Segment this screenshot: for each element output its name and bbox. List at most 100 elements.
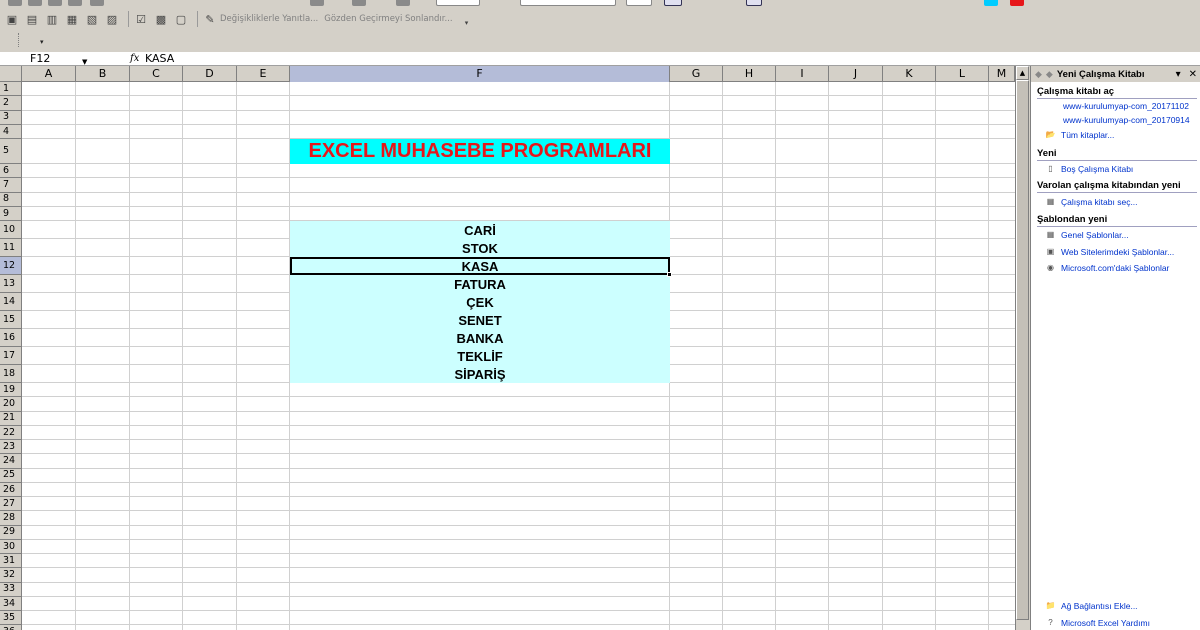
new-icon[interactable] — [8, 0, 22, 6]
choose-workbook-label[interactable]: Çalışma kitabı seç... — [1061, 197, 1138, 207]
microsoft-templates-label[interactable]: Microsoft.com'daki Şablonlar — [1061, 263, 1169, 273]
end-review-button[interactable]: Gözden Geçirmeyi Sonlandır... — [324, 14, 452, 24]
cell-area[interactable]: EXCEL MUHASEBE PROGRAMLARI CARİ STOK KASA FA… — [22, 82, 1015, 630]
row-header-15[interactable]: 15 — [0, 311, 22, 329]
column-header-j[interactable]: J — [829, 66, 883, 82]
sort-asc-icon[interactable] — [310, 0, 324, 6]
show-all-comments-icon[interactable]: ▧ — [84, 11, 100, 27]
row-header-30[interactable]: 30 — [0, 539, 22, 554]
column-header-g[interactable]: G — [670, 66, 723, 82]
vertical-scrollbar[interactable]: ▲ — [1015, 66, 1029, 630]
sheet-title[interactable]: EXCEL MUHASEBE PROGRAMLARI — [290, 139, 670, 164]
prev-comment-icon[interactable]: ▤ — [24, 11, 40, 27]
row-header-31[interactable]: 31 — [0, 554, 22, 569]
row-header-33[interactable]: 33 — [0, 582, 22, 597]
row-header-32[interactable]: 32 — [0, 568, 22, 583]
row-header-29[interactable]: 29 — [0, 525, 22, 540]
name-box[interactable]: F12 ▼ — [0, 52, 96, 66]
open-icon[interactable] — [28, 0, 42, 6]
toolbar-grip[interactable] — [18, 33, 21, 47]
column-header-i[interactable]: I — [776, 66, 829, 82]
menu-item[interactable]: ÇEK — [290, 293, 670, 311]
fx-icon[interactable]: fx — [130, 52, 139, 66]
add-network-place-label[interactable]: Ağ Bağlantısı Ekle... — [1061, 601, 1138, 611]
track-changes-icon[interactable]: ☑ — [133, 11, 149, 27]
column-header-f[interactable]: F — [290, 66, 670, 82]
menu-item[interactable]: STOK — [290, 239, 670, 257]
spreadsheet-grid[interactable]: A B C D E F G H I J K L M 1 2 3 4 5 6 7 8 9 10 11 1… — [0, 66, 1015, 630]
row-header-25[interactable]: 25 — [0, 468, 22, 483]
row-header-16[interactable]: 16 — [0, 329, 22, 347]
more-workbooks-link[interactable]: 📂 Tüm kitaplar... — [1045, 129, 1115, 140]
web-templates-label[interactable]: Web Sitelerimdeki Şablonlar... — [1061, 247, 1174, 257]
row-header-7[interactable]: 7 — [0, 178, 22, 193]
menu-item[interactable]: SENET — [290, 311, 670, 329]
chart-icon[interactable] — [396, 0, 410, 6]
recent-file-1[interactable]: www-kurulumyap-com_20171102 — [1063, 101, 1189, 111]
align-center-icon[interactable] — [746, 0, 762, 6]
column-header-a[interactable]: A — [22, 66, 76, 82]
close-icon[interactable]: ✕ — [1189, 69, 1197, 80]
column-header-c[interactable]: C — [130, 66, 183, 82]
row-header-1[interactable]: 1 — [0, 82, 22, 97]
reply-changes-button[interactable]: Değişikliklerle Yanıtla... — [220, 14, 318, 24]
protect-icon[interactable]: ▩ — [153, 11, 169, 27]
scroll-up-icon[interactable]: ▲ — [1016, 66, 1029, 80]
reply-icon[interactable]: ✎ — [202, 11, 218, 27]
fill-color-icon[interactable] — [984, 0, 998, 6]
toolbar-options-icon[interactable]: ▾ — [459, 15, 475, 31]
menu-item[interactable]: BANKA — [290, 329, 670, 347]
toolbar-dropdown-icon[interactable]: ▾ — [40, 38, 44, 46]
row-header-2[interactable]: 2 — [0, 96, 22, 111]
name-box-value[interactable]: F12 — [30, 52, 50, 65]
row-header-36[interactable]: 36 — [0, 625, 22, 630]
row-header-6[interactable]: 6 — [0, 164, 22, 179]
blank-workbook-label[interactable]: Boş Çalışma Kitabı — [1061, 164, 1133, 174]
select-all-corner[interactable] — [0, 66, 22, 82]
row-header-20[interactable]: 20 — [0, 397, 22, 412]
row-header-28[interactable]: 28 — [0, 511, 22, 526]
row-header-27[interactable]: 27 — [0, 497, 22, 512]
font-size-box[interactable] — [626, 0, 652, 6]
new-comment-icon[interactable]: ▣ — [4, 11, 20, 27]
sort-desc-icon[interactable] — [352, 0, 366, 6]
back-icon[interactable]: ◆ — [1035, 69, 1042, 80]
row-header-17[interactable]: 17 — [0, 347, 22, 365]
column-header-h[interactable]: H — [723, 66, 776, 82]
recent-file-2[interactable]: www-kurulumyap-com_20170914 — [1063, 115, 1190, 125]
row-header-8[interactable]: 8 — [0, 192, 22, 207]
row-header-3[interactable]: 3 — [0, 110, 22, 125]
row-header-26[interactable]: 26 — [0, 482, 22, 497]
zoom-box[interactable] — [436, 0, 480, 6]
row-header-23[interactable]: 23 — [0, 440, 22, 455]
next-comment-icon[interactable]: ▥ — [44, 11, 60, 27]
row-header-24[interactable]: 24 — [0, 454, 22, 469]
row-header-13[interactable]: 13 — [0, 275, 22, 293]
row-header-19[interactable]: 19 — [0, 383, 22, 398]
save-icon[interactable] — [48, 0, 62, 6]
delete-comment-icon[interactable]: ▨ — [104, 11, 120, 27]
scroll-thumb[interactable] — [1016, 80, 1029, 620]
menu-item[interactable]: SİPARİŞ — [290, 365, 670, 383]
row-header-5[interactable]: 5 — [0, 139, 22, 164]
column-header-k[interactable]: K — [883, 66, 936, 82]
row-header-14[interactable]: 14 — [0, 293, 22, 311]
bold-icon[interactable] — [664, 0, 682, 6]
preview-icon[interactable] — [90, 0, 104, 6]
font-color-icon[interactable] — [1010, 0, 1024, 6]
microsoft-templates-link[interactable]: ◉ Microsoft.com'daki Şablonlar — [1045, 262, 1169, 273]
more-workbooks-label[interactable]: Tüm kitaplar... — [1061, 130, 1114, 140]
choose-workbook-link[interactable]: ▦ Çalışma kitabı seç... — [1045, 196, 1138, 207]
general-templates-link[interactable]: ▦ Genel Şablonlar... — [1045, 229, 1129, 240]
row-header-11[interactable]: 11 — [0, 239, 22, 257]
column-header-d[interactable]: D — [183, 66, 237, 82]
menu-item-active-cell[interactable]: KASA — [290, 257, 672, 277]
row-header-4[interactable]: 4 — [0, 124, 22, 139]
column-header-b[interactable]: B — [76, 66, 130, 82]
excel-help-link[interactable]: ? Microsoft Excel Yardımı — [1045, 617, 1150, 628]
web-templates-link[interactable]: ▣ Web Sitelerimdeki Şablonlar... — [1045, 246, 1175, 257]
forward-icon[interactable]: ◆ — [1046, 69, 1053, 80]
menu-item[interactable]: CARİ — [290, 221, 670, 239]
column-header-e[interactable]: E — [237, 66, 290, 82]
add-network-place-link[interactable]: 📁 Ağ Bağlantısı Ekle... — [1045, 600, 1138, 611]
